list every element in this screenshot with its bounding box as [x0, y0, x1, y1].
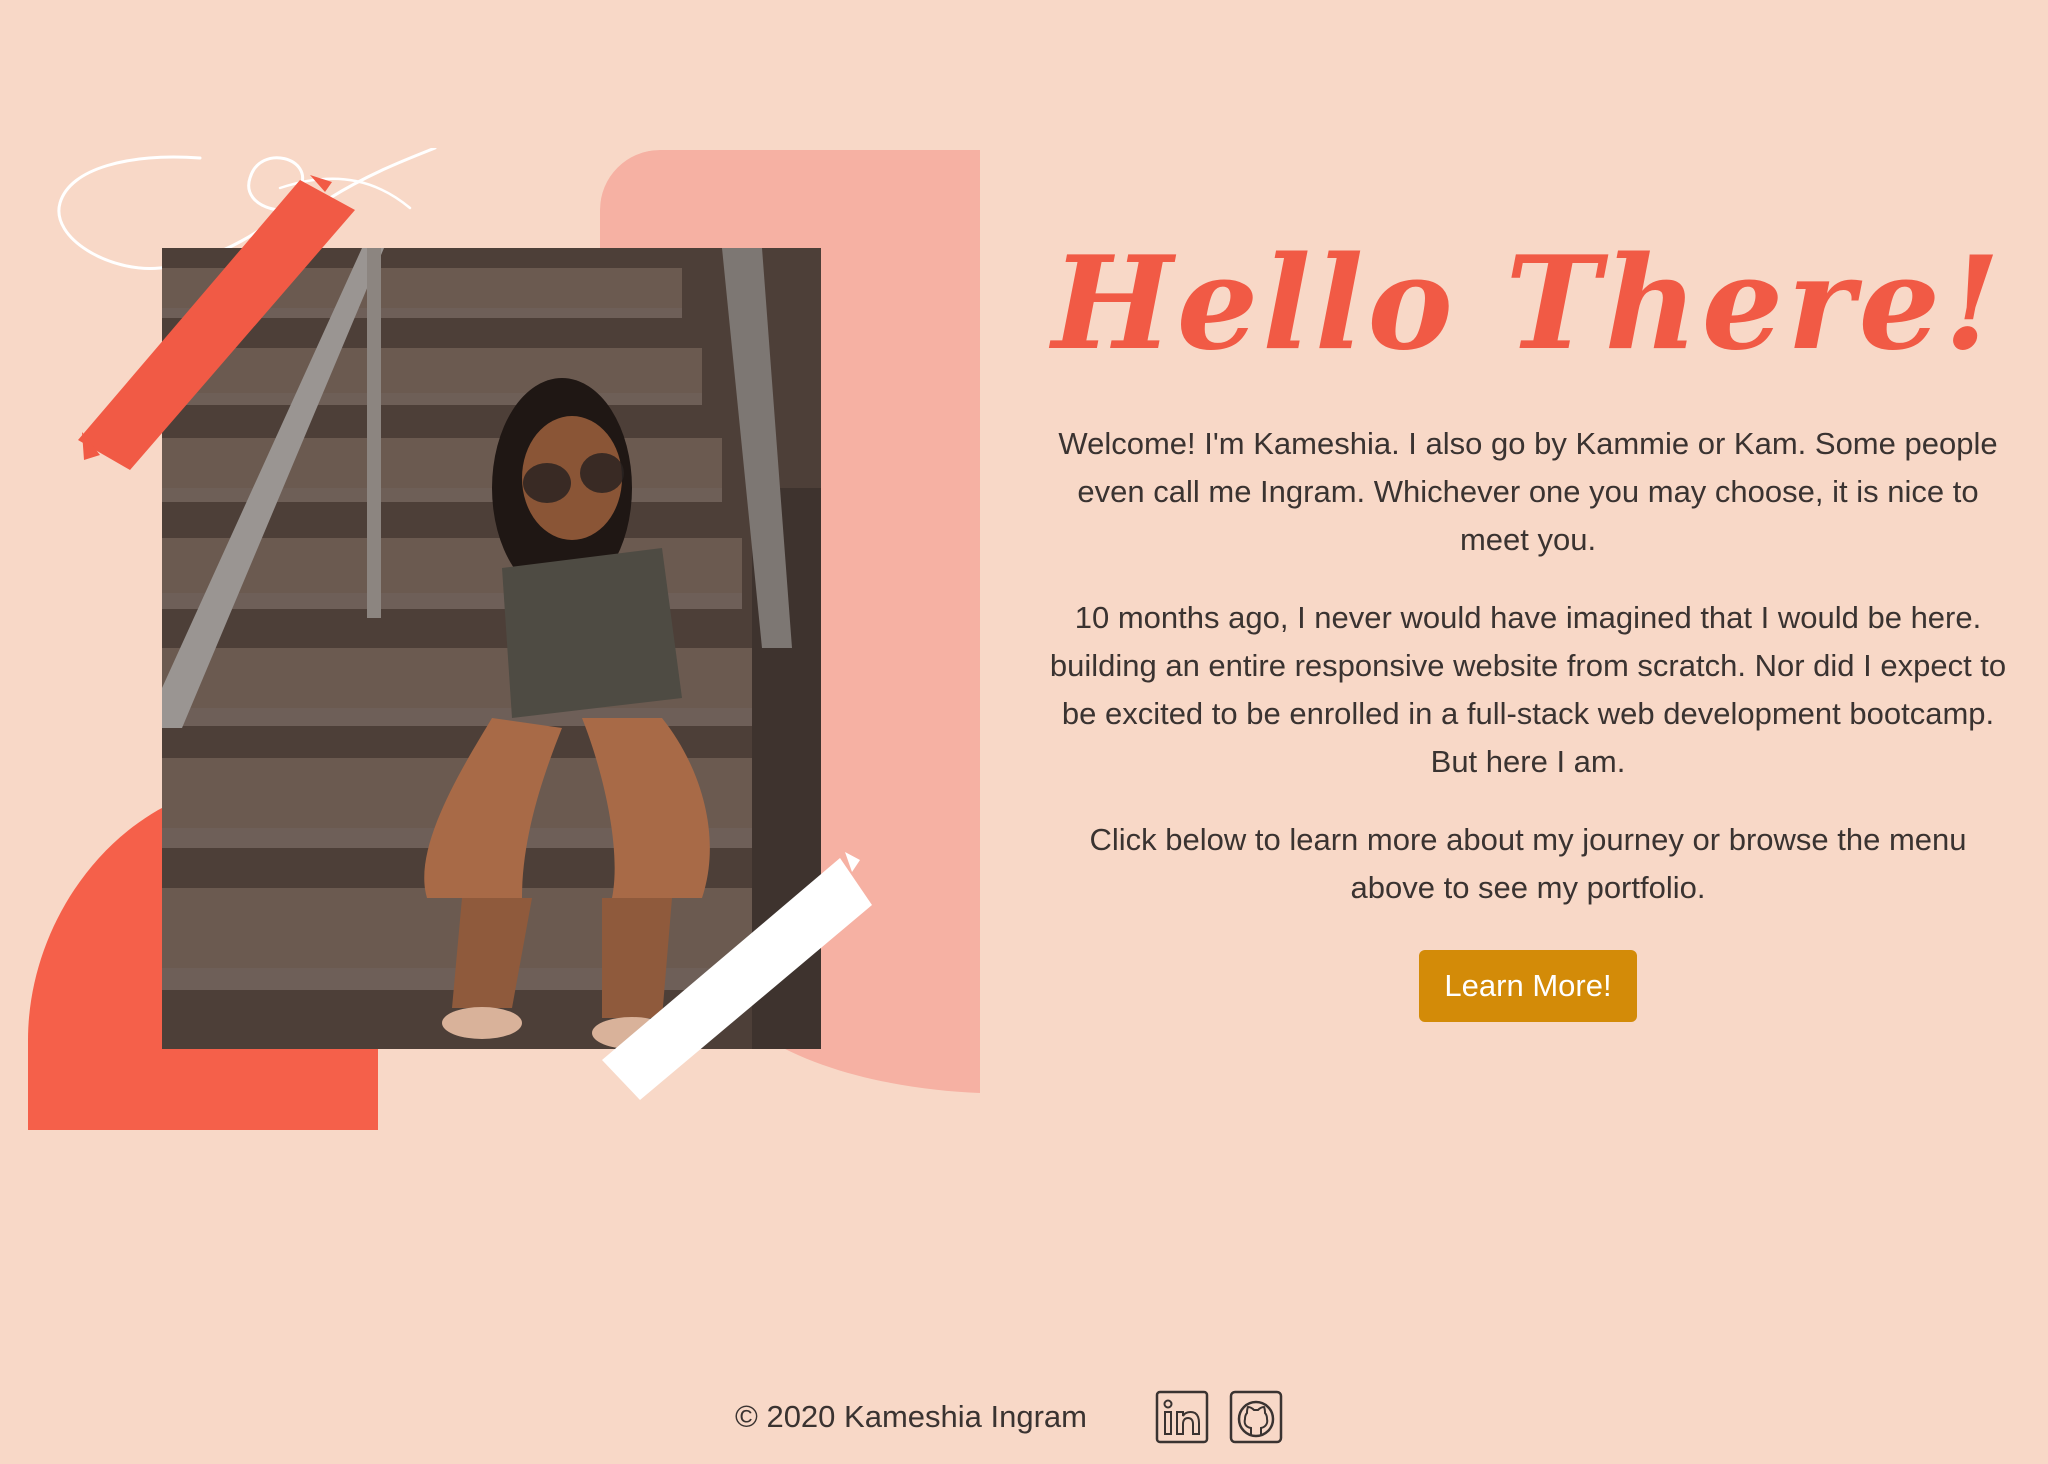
page: Hello There! Welcome! I'm Kameshia. I al…	[0, 0, 2048, 1464]
copyright-text: © 2020 Kameshia Ingram	[735, 1399, 1087, 1434]
journey-paragraph: 10 months ago, I never would have imagin…	[1049, 600, 2007, 779]
coral-brush-stroke	[78, 175, 355, 470]
footer: © 2020 Kameshia Ingram	[0, 1390, 2048, 1444]
github-icon	[1229, 1390, 1283, 1444]
intro-paragraph: Welcome! I'm Kameshia. I also go by Kamm…	[1058, 426, 1998, 557]
github-link[interactable]	[1229, 1390, 1283, 1444]
hero-collage	[0, 0, 1000, 1160]
linkedin-link[interactable]	[1155, 1390, 1209, 1444]
white-brush-stroke	[602, 852, 872, 1100]
linkedin-icon	[1155, 1390, 1209, 1444]
hero-title: Hello There!	[1051, 229, 2005, 379]
learn-more-button[interactable]: Learn More!	[1419, 950, 1637, 1022]
cta-paragraph: Click below to learn more about my journ…	[1089, 822, 1967, 905]
hero-content: Hello There! Welcome! I'm Kameshia. I al…	[1030, 220, 2026, 1022]
